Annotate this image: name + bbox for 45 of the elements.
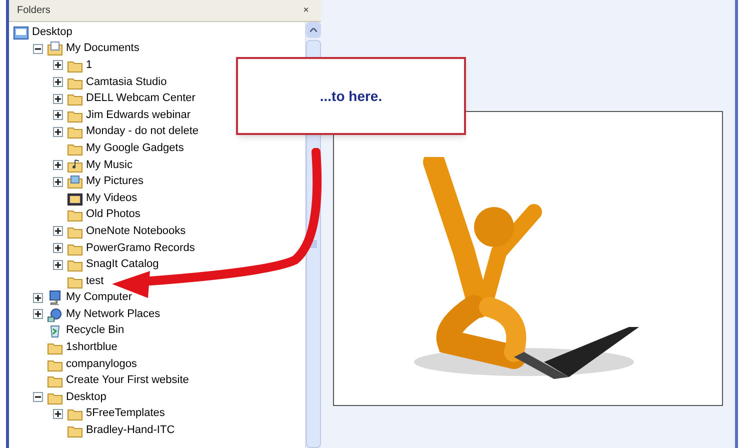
expand-toggle[interactable] bbox=[53, 77, 63, 88]
expand-toggle[interactable] bbox=[53, 226, 63, 236]
expand-toggle[interactable] bbox=[33, 292, 43, 303]
expand-toggle[interactable] bbox=[33, 309, 43, 320]
tree-item[interactable]: test bbox=[86, 276, 104, 287]
pane-title: Folders bbox=[17, 4, 50, 18]
tree-item[interactable]: My Music bbox=[86, 160, 132, 171]
tree-item[interactable]: Jim Edwards webinar bbox=[86, 110, 191, 121]
tree-item[interactable]: OneNote Notebooks bbox=[86, 226, 186, 237]
expand-toggle[interactable] bbox=[53, 60, 63, 70]
tree-item[interactable]: PowerGramo Records bbox=[86, 242, 195, 254]
tree-item[interactable]: My Documents bbox=[66, 43, 140, 54]
close-button[interactable]: × bbox=[299, 6, 313, 16]
grip-icon bbox=[310, 240, 317, 248]
tree-item[interactable]: 1 bbox=[86, 60, 92, 71]
expand-toggle[interactable] bbox=[53, 408, 63, 419]
expand-toggle[interactable] bbox=[53, 176, 63, 187]
expand-toggle[interactable] bbox=[53, 243, 63, 254]
collapse-toggle[interactable] bbox=[33, 44, 43, 54]
tree-item[interactable]: My Computer bbox=[66, 292, 132, 304]
tree-item[interactable]: Desktop bbox=[66, 392, 106, 403]
expand-toggle[interactable] bbox=[53, 126, 63, 137]
expand-toggle[interactable] bbox=[53, 110, 63, 120]
tree-item[interactable]: 5FreeTemplates bbox=[86, 408, 165, 420]
tree-item[interactable]: Create Your First website bbox=[66, 375, 189, 386]
tree-item[interactable]: SnagIt Catalog bbox=[86, 259, 159, 270]
expand-toggle[interactable] bbox=[53, 94, 63, 104]
callout-text: ...to here. bbox=[320, 86, 382, 106]
tree-item[interactable]: Old Photos bbox=[86, 209, 140, 220]
tree-item[interactable]: Monday - do not delete bbox=[86, 126, 199, 138]
tree-item[interactable]: DELL Webcam Center bbox=[86, 93, 196, 104]
expand-toggle[interactable] bbox=[53, 260, 63, 270]
scroll-up-button[interactable] bbox=[306, 22, 321, 38]
tree-item[interactable]: Camtasia Studio bbox=[86, 76, 167, 88]
tree-item[interactable]: My Google Gadgets bbox=[86, 142, 184, 154]
tree-item[interactable]: Desktop bbox=[32, 26, 72, 38]
tree-item[interactable]: Recycle Bin bbox=[66, 325, 124, 336]
tree-item[interactable]: 1shortblue bbox=[66, 342, 118, 354]
tree-item[interactable]: My Videos bbox=[86, 192, 138, 204]
collapse-toggle[interactable] bbox=[33, 392, 43, 402]
tree-item[interactable]: My Pictures bbox=[86, 176, 144, 188]
tree-item[interactable]: companylogos bbox=[66, 358, 137, 370]
tree-item[interactable]: My Network Places bbox=[66, 308, 160, 320]
tree-item[interactable]: Bradley-Hand-ITC bbox=[86, 425, 175, 436]
expand-toggle[interactable] bbox=[53, 160, 63, 170]
